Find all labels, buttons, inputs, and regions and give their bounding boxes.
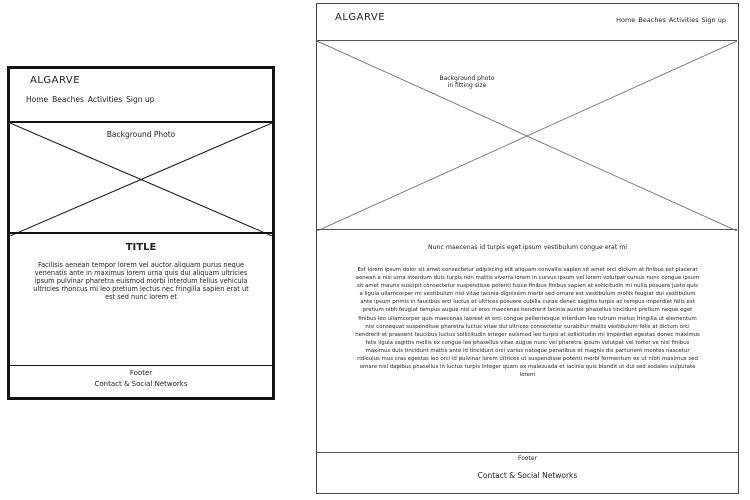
site-logo[interactable]: ALGARVE	[30, 75, 80, 86]
desktop-wireframe: ALGARVE Home Beaches Activities Sign up …	[316, 3, 739, 494]
footer-label: Footer	[129, 369, 153, 377]
nav-menu: Home Beaches Activities Sign up	[616, 16, 726, 24]
nav-activities[interactable]: Activities	[669, 16, 699, 24]
nav-sign-up[interactable]: Sign up	[702, 16, 727, 24]
footer-divider	[317, 452, 738, 453]
nav-home[interactable]: Home	[26, 95, 48, 104]
nav-beaches[interactable]: Beaches	[638, 16, 666, 24]
nav-home[interactable]: Home	[616, 16, 635, 24]
body-text: Facilisis aenean tempor lorem vel auctor…	[33, 261, 249, 301]
footer-contact-link[interactable]: Contact & Social Networks	[10, 380, 272, 388]
image-placeholder-cross-icon	[10, 123, 272, 236]
nav-beaches[interactable]: Beaches	[52, 95, 84, 104]
footer-divider	[10, 365, 272, 366]
nav-sign-up[interactable]: Sign up	[126, 95, 154, 104]
footer-label: Footer	[517, 455, 538, 462]
hero-image-placeholder: Background Photo	[10, 121, 272, 236]
lead-heading: Nunc maecenas id turpis eget ipsum vesti…	[428, 244, 627, 251]
nav-menu: Home Beaches Activities Sign up	[26, 95, 154, 104]
image-placeholder-cross-icon	[317, 41, 737, 231]
hero-label: Background Photo	[106, 130, 176, 139]
site-logo[interactable]: ALGARVE	[335, 12, 385, 23]
nav-activities[interactable]: Activities	[88, 95, 122, 104]
page-title: TITLE	[125, 242, 157, 253]
body-text: Est lorem ipsum dolor sit amet consectet…	[355, 267, 700, 379]
hero-image-placeholder: Background photo in fitting size	[317, 40, 737, 231]
hero-label: Background photo in fitting size	[439, 75, 495, 89]
footer-contact-link[interactable]: Contact & Social Networks	[317, 471, 738, 480]
mobile-wireframe: ALGARVE Home Beaches Activities Sign up …	[7, 66, 275, 400]
